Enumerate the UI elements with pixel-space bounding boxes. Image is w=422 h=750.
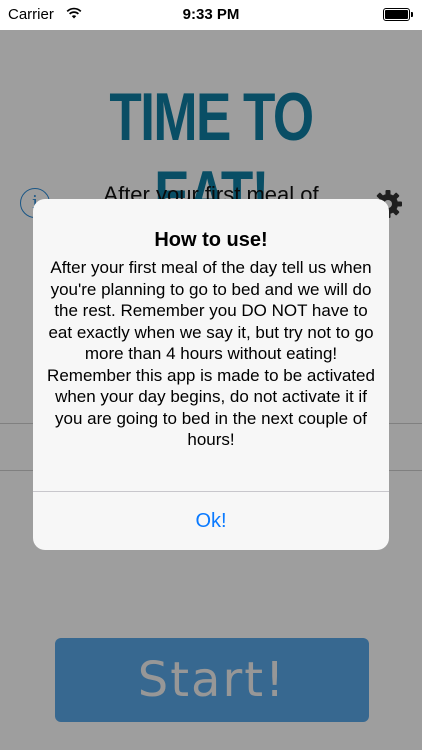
- status-time: 9:33 PM: [182, 6, 240, 23]
- alert-title: How to use!: [154, 229, 268, 251]
- battery-icon: [383, 8, 413, 21]
- alert-message: After your first meal of the day tell us…: [47, 258, 375, 449]
- how-to-use-alert: How to use! After your first meal of the…: [33, 199, 389, 550]
- ok-button[interactable]: Ok!: [33, 492, 389, 550]
- status-bar: Carrier 9:33 PM: [0, 0, 422, 30]
